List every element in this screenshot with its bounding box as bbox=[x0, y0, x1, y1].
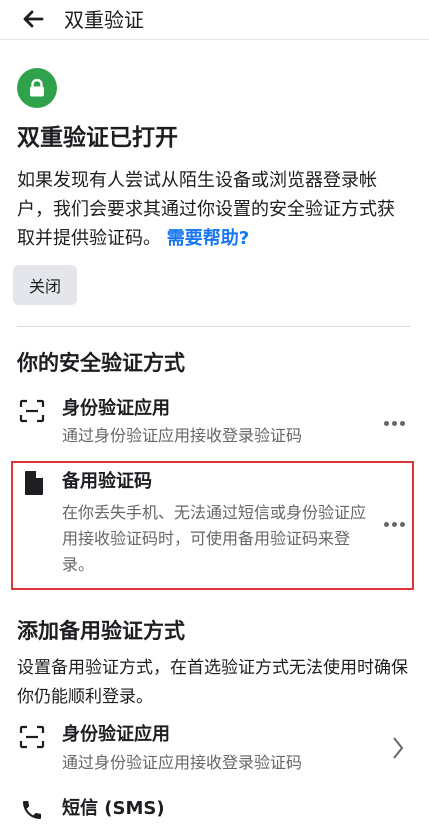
chevron-right-icon bbox=[387, 732, 409, 764]
add-method-sms[interactable]: 短信 (SMS) bbox=[10, 794, 415, 835]
top-bar: 双重验证 bbox=[0, 0, 429, 40]
method-title: 身份验证应用 bbox=[62, 398, 170, 419]
method-authenticator-app[interactable]: 身份验证应用 通过身份验证应用接收登录验证码 bbox=[10, 392, 415, 452]
method-title: 身份验证应用 bbox=[62, 724, 170, 745]
more-icon[interactable] bbox=[379, 411, 409, 435]
method-title: 短信 (SMS) bbox=[62, 798, 165, 819]
method-description: 通过身份验证应用接收登录验证码 bbox=[62, 753, 303, 772]
highlight-box bbox=[11, 461, 414, 590]
turn-off-button[interactable]: 关闭 bbox=[13, 265, 77, 305]
add-methods-title: 添加备用验证方式 bbox=[17, 619, 185, 643]
phone-icon bbox=[17, 795, 47, 825]
status-description: 如果发现有人尝试从陌生设备或浏览器登录帐户，我们会要求其通过你设置的安全验证方式… bbox=[17, 166, 397, 253]
lock-icon bbox=[30, 78, 44, 97]
page-title: 双重验证 bbox=[64, 8, 144, 32]
add-methods-description: 设置备用验证方式，在首选验证方式无法使用时确保你仍能顺利登录。 bbox=[17, 658, 408, 707]
add-method-authenticator-app[interactable]: 身份验证应用 通过身份验证应用接收登录验证码 bbox=[10, 720, 415, 780]
arrow-left-icon bbox=[23, 10, 44, 28]
authenticator-scan-icon bbox=[17, 396, 47, 426]
method-description: 通过身份验证应用接收登录验证码 bbox=[62, 426, 303, 445]
your-methods-title: 你的安全验证方式 bbox=[17, 351, 185, 375]
lock-badge bbox=[17, 68, 57, 108]
status-title: 双重验证已打开 bbox=[17, 125, 178, 151]
help-link[interactable]: 需要帮助? bbox=[167, 228, 249, 249]
authenticator-scan-icon bbox=[17, 722, 47, 752]
back-button[interactable] bbox=[18, 4, 48, 34]
divider bbox=[17, 326, 411, 327]
